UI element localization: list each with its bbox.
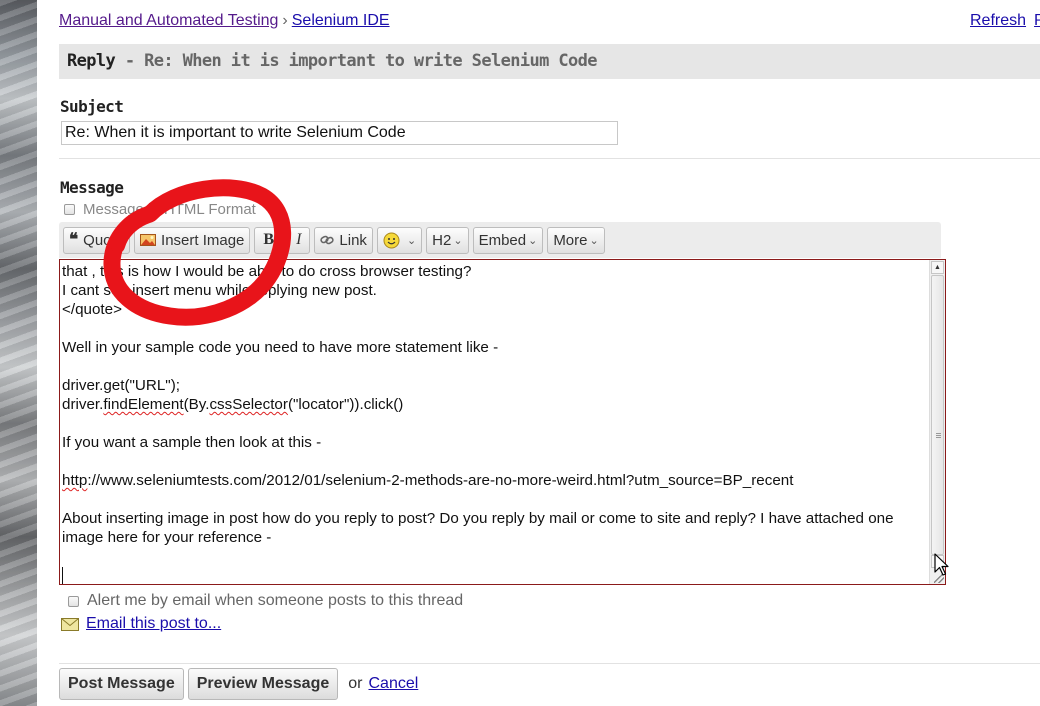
form-actions: Post Message Preview Message or Cancel xyxy=(59,668,418,700)
chevron-down-icon: ⌄ xyxy=(589,234,599,247)
email-post-row: Email this post to... xyxy=(61,615,221,633)
message-textarea[interactable]: that , this is how I would be able to do… xyxy=(59,259,946,585)
message-text: that , this is how I would be able to do… xyxy=(62,262,927,584)
image-icon xyxy=(140,234,157,246)
more-dropdown-label: More xyxy=(553,231,588,249)
embed-dropdown-label: Embed xyxy=(478,231,527,249)
message-line: I cant see insert menu while replying ne… xyxy=(62,282,377,299)
scroll-up-arrow[interactable]: ▲ xyxy=(931,261,944,274)
breadcrumb-link-manual-testing[interactable]: Manual and Automated Testing xyxy=(59,12,278,29)
smiley-icon xyxy=(383,232,400,249)
message-line: driver.get("URL"); xyxy=(62,377,180,394)
mouse-cursor-icon xyxy=(934,553,949,576)
reply-header-bar: Reply - Re: When it is important to writ… xyxy=(59,44,1040,79)
spellcheck-underline: findElement xyxy=(103,396,184,413)
html-format-checkbox[interactable] xyxy=(64,204,75,215)
envelope-icon xyxy=(61,617,79,631)
alert-checkbox[interactable] xyxy=(68,595,79,607)
more-dropdown[interactable]: More ⌄ xyxy=(547,226,605,254)
email-post-link[interactable]: Email this post to... xyxy=(86,615,221,633)
quote-button[interactable]: ❝ Quote xyxy=(63,226,131,254)
emoticon-dropdown[interactable]: ⌄ xyxy=(376,226,423,254)
alert-option[interactable]: Alert me by email when someone posts to … xyxy=(68,592,463,610)
grip-icon xyxy=(936,433,941,439)
message-line: driver.findElement(By.cssSelector("locat… xyxy=(62,396,404,413)
or-text: or xyxy=(348,675,363,692)
next-link[interactable]: P xyxy=(1034,12,1040,29)
subject-input[interactable] xyxy=(61,121,618,145)
scroll-thumb[interactable] xyxy=(931,275,944,555)
background-photo-strip xyxy=(0,0,37,706)
html-format-label: Message in HTML Format xyxy=(83,201,256,218)
link-button-label: Link xyxy=(339,231,367,249)
text-caret xyxy=(62,566,927,584)
preview-message-button[interactable]: Preview Message xyxy=(187,668,339,700)
link-icon xyxy=(320,234,335,246)
cancel-link[interactable]: Cancel xyxy=(368,675,418,693)
alert-label: Alert me by email when someone posts to … xyxy=(87,592,464,609)
chevron-down-icon: ⌄ xyxy=(528,234,538,247)
editor-toolbar: ❝ Quote Insert Image B I Link ⌄ H2 ⌄ Emb… xyxy=(59,222,941,258)
reply-title: - Re: When it is important to write Sele… xyxy=(115,51,598,71)
quote-button-label: Quote xyxy=(83,231,125,249)
message-line: that , this is how I would be able to do… xyxy=(62,263,472,280)
message-line: http://www.seleniumtests.com/2012/01/sel… xyxy=(62,472,794,489)
insert-image-button[interactable]: Insert Image xyxy=(134,226,251,254)
insert-image-button-label: Insert Image xyxy=(161,231,245,249)
chevron-down-icon: ⌄ xyxy=(406,234,417,247)
subject-label: Subject xyxy=(60,97,124,116)
spellcheck-underline: cssSelector xyxy=(209,396,288,413)
divider xyxy=(59,663,1040,664)
post-message-button[interactable]: Post Message xyxy=(59,668,184,700)
top-right-links: Refresh P xyxy=(970,12,1040,30)
message-line: If you want a sample then look at this - xyxy=(62,434,322,451)
message-line: Well in your sample code you need to hav… xyxy=(62,339,499,356)
heading-dropdown-label: H2 xyxy=(432,231,452,249)
breadcrumb-separator: › xyxy=(282,12,288,29)
editor-scrollbar[interactable]: ▲ ▼ xyxy=(929,260,945,584)
embed-dropdown[interactable]: Embed ⌄ xyxy=(472,226,544,254)
reply-prefix: Reply xyxy=(67,51,116,71)
heading-dropdown[interactable]: H2 ⌄ xyxy=(426,226,469,254)
bold-button[interactable]: B xyxy=(254,226,284,254)
breadcrumb: Manual and Automated Testing › Selenium ID… xyxy=(59,12,390,30)
refresh-link[interactable]: Refresh xyxy=(970,12,1026,29)
chevron-down-icon: ⌄ xyxy=(453,234,463,247)
divider xyxy=(59,158,1040,159)
italic-button[interactable]: I xyxy=(287,226,311,254)
breadcrumb-link-selenium-ide[interactable]: Selenium IDE xyxy=(292,12,390,29)
message-label: Message xyxy=(60,178,124,197)
message-line: About inserting image in post how do you… xyxy=(62,510,898,546)
html-format-toggle[interactable]: Message in HTML Format xyxy=(64,201,256,218)
message-line: </quote> xyxy=(62,301,122,318)
link-button[interactable]: Link xyxy=(314,226,373,254)
quote-icon: ❝ xyxy=(69,229,79,250)
spellcheck-underline: http xyxy=(62,472,88,489)
